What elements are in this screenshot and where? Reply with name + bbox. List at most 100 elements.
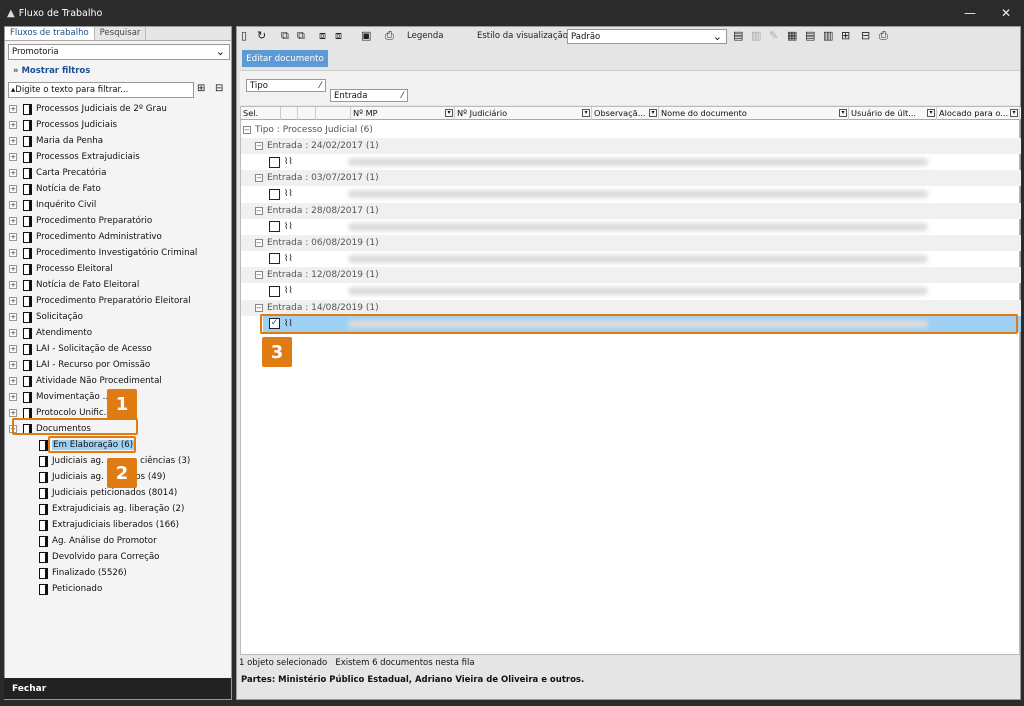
collapse-icon[interactable]: − (255, 174, 263, 183)
column-header[interactable] (281, 107, 298, 120)
collapse-icon[interactable]: − (255, 303, 263, 312)
print-icon[interactable]: ⎙ (879, 29, 888, 43)
expand-icon[interactable]: + (9, 249, 17, 257)
row-checkbox[interactable] (269, 253, 280, 265)
expand-icon[interactable]: + (9, 121, 17, 129)
filter-dropdown-icon[interactable]: ▾ (1010, 109, 1018, 117)
expand-icon[interactable]: + (9, 377, 17, 385)
group-row-entrada[interactable]: − Entrada : 12/08/2019 (1) (241, 267, 1021, 284)
tree-child-node[interactable]: Ag. Análise do Promotor (39, 533, 157, 549)
tree-node[interactable]: + Procedimento Investigatório Criminal (9, 245, 197, 261)
legend-label[interactable]: Legenda (407, 31, 443, 41)
tree-node[interactable]: + Procedimento Preparatório Eleitoral (9, 293, 191, 309)
move-icon[interactable]: ⧈ (319, 29, 326, 43)
save-view-icon[interactable]: ▤ (733, 29, 743, 42)
group-row-entrada[interactable]: − Entrada : 03/07/2017 (1) (241, 170, 1021, 187)
expand-icon[interactable]: + (9, 313, 17, 321)
refresh-icon[interactable]: ↻ (257, 29, 266, 42)
collapse-icon[interactable]: − (255, 238, 263, 247)
close-button[interactable]: Fechar (4, 678, 231, 699)
tree-node[interactable]: + Notícia de Fato Eleitoral (9, 277, 139, 293)
grid-icon[interactable]: ▦ (787, 29, 797, 42)
tree-node[interactable]: + Processos Judiciais de 2º Grau (9, 101, 167, 117)
group-row-entrada[interactable]: − Entrada : 24/02/2017 (1) (241, 138, 1021, 154)
column-header[interactable]: Nº MP ▾ (351, 107, 455, 120)
collapse-all-icon[interactable]: ⊟ (861, 29, 870, 42)
tree-node[interactable]: + Notícia de Fato (9, 181, 101, 197)
tree-node[interactable]: + Inquérito Civil (9, 197, 96, 213)
group-row-tipo[interactable]: − Tipo : Processo Judicial (6) (241, 122, 1021, 138)
group-chip-entrada[interactable]: Entrada ⁄ (330, 89, 408, 102)
duplicate-icon[interactable]: ⧉ (297, 29, 305, 43)
tree-node[interactable]: + Procedimento Preparatório (9, 213, 152, 229)
tree-view-icon[interactable]: ⊞ (841, 29, 850, 42)
expand-icon[interactable]: + (9, 169, 17, 177)
list-icon[interactable]: ▤ (805, 29, 815, 42)
tree-node[interactable]: + Maria da Penha (9, 133, 103, 149)
collapse-icon[interactable]: − (255, 206, 263, 215)
tree-node[interactable]: + Carta Precatória (9, 165, 106, 181)
expand-icon[interactable]: + (9, 201, 17, 209)
table-row[interactable]: ⌇⌇ (263, 219, 1021, 235)
collapse-icon[interactable]: − (243, 126, 251, 134)
tree-child-node[interactable]: Finalizado (5526) (39, 565, 127, 581)
group-chip-tipo[interactable]: Tipo ⁄ (246, 79, 326, 92)
collapse-icon[interactable]: − (255, 271, 263, 280)
expand-icon[interactable]: + (9, 233, 17, 241)
legend-icon[interactable]: ⎙ (385, 29, 394, 43)
row-checkbox[interactable] (269, 188, 280, 200)
expand-icon[interactable]: + (9, 345, 17, 353)
tree-node[interactable]: + Processos Extrajudiciais (9, 149, 140, 165)
tree-node[interactable]: + Processos Judiciais (9, 117, 117, 133)
tree-node[interactable]: + Processo Eleitoral (9, 261, 113, 277)
tree-child-node[interactable]: Judiciais ag. ... outros (49) (39, 469, 166, 485)
expand-icon[interactable]: + (9, 329, 17, 337)
expand-icon[interactable]: + (9, 409, 17, 417)
export-icon[interactable]: ▣ (361, 29, 371, 42)
tree-node[interactable]: + Procedimento Administrativo (9, 229, 162, 245)
show-filters-link[interactable]: » Mostrar filtros (13, 66, 90, 76)
table-row[interactable]: ⌇⌇ (263, 283, 1021, 299)
expand-icon[interactable]: + (9, 137, 17, 145)
tree-node[interactable]: + LAI - Recurso por Omissão (9, 357, 150, 373)
filter-dropdown-icon[interactable]: ▾ (927, 109, 935, 117)
promotoria-select[interactable]: Promotoria ⌄ (8, 44, 230, 60)
table-row[interactable]: ⌇⌇ (263, 154, 1021, 170)
filter-dropdown-icon[interactable]: ▾ (445, 109, 453, 117)
expand-icon[interactable]: + (9, 153, 17, 161)
row-checkbox[interactable] (269, 156, 280, 168)
column-header[interactable]: Usuário de últ... ▾ (849, 107, 937, 120)
expand-icon[interactable]: + (9, 217, 17, 225)
table-row[interactable]: ⌇⌇ (263, 251, 1021, 267)
new-doc-icon[interactable]: ▯ (241, 29, 247, 42)
tab-fluxos[interactable]: Fluxos de trabalho (5, 27, 95, 40)
column-header[interactable] (316, 107, 351, 120)
tree-node[interactable]: + Atendimento (9, 325, 92, 341)
expand-icon[interactable]: + (9, 185, 17, 193)
move-back-icon[interactable]: ⧈ (335, 29, 342, 43)
column-header[interactable]: Alocado para o... ▾ (937, 107, 1020, 120)
row-checkbox[interactable] (269, 285, 280, 297)
tab-pesquisar[interactable]: Pesquisar (95, 27, 147, 40)
view-style-select[interactable]: Padrão ⌄ (567, 29, 727, 44)
filter-dropdown-icon[interactable]: ▾ (649, 109, 657, 117)
minimize-button[interactable]: — (952, 0, 988, 26)
filter-input[interactable]: ▴ Digite o texto para filtrar... (8, 82, 194, 98)
close-window-button[interactable]: ✕ (988, 0, 1024, 26)
collapse-icon[interactable]: − (255, 142, 263, 150)
column-header[interactable] (298, 107, 316, 120)
expand-icon[interactable]: + (9, 281, 17, 289)
table-row[interactable]: ⌇⌇ (263, 186, 1021, 202)
tree-child-node[interactable]: Extrajudiciais ag. liberação (2) (39, 501, 184, 517)
filter-dropdown-icon[interactable]: ▾ (839, 109, 847, 117)
copy-icon[interactable]: ⧉ (281, 29, 289, 43)
column-header[interactable]: Sel. (241, 107, 281, 120)
expand-icon[interactable]: + (9, 297, 17, 305)
group-row-entrada[interactable]: − Entrada : 28/08/2017 (1) (241, 202, 1021, 219)
column-header[interactable]: Observaçã... ▾ (592, 107, 659, 120)
collapse-icon[interactable]: ⊟ (215, 83, 223, 94)
tree-child-node[interactable]: Peticionado (39, 581, 102, 597)
column-header[interactable]: Nº Judiciário ▾ (455, 107, 592, 120)
filter-dropdown-icon[interactable]: ▾ (582, 109, 590, 117)
tree-child-node[interactable]: Extrajudiciais liberados (166) (39, 517, 179, 533)
